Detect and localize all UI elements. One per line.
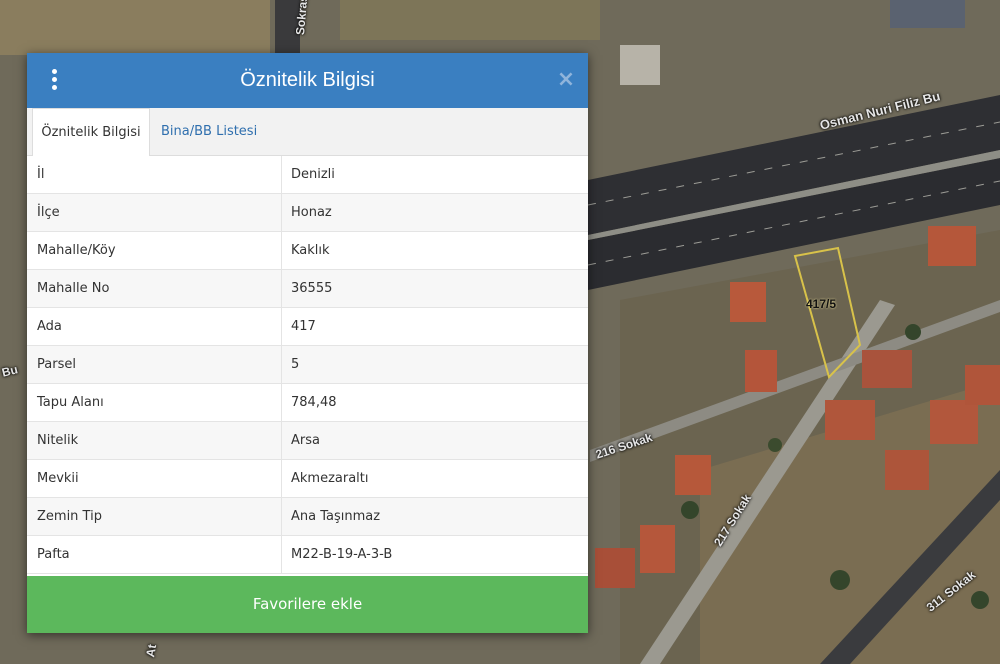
parcel-label: 417/5 bbox=[806, 297, 837, 311]
table-row: Mevkii Akmezaraltı bbox=[27, 460, 588, 498]
column-divider bbox=[281, 232, 282, 269]
row-value: Honaz bbox=[291, 205, 332, 220]
table-row: Parsel 5 bbox=[27, 346, 588, 384]
row-value: Kaklık bbox=[291, 243, 330, 258]
table-row: Pafta M22-B-19-A-3-B bbox=[27, 536, 588, 574]
add-to-favorites-button[interactable]: Favorilere ekle bbox=[27, 576, 588, 633]
row-key: Ada bbox=[37, 319, 62, 334]
street-label-at: At bbox=[143, 643, 160, 659]
table-row: Ada 417 bbox=[27, 308, 588, 346]
table-row: Zemin Tip Ana Taşınmaz bbox=[27, 498, 588, 536]
column-divider bbox=[281, 270, 282, 307]
row-value: 417 bbox=[291, 319, 316, 334]
attribute-info-dialog: Öznitelik Bilgisi × Öznitelik Bilgisi Bi… bbox=[27, 53, 588, 633]
row-key: Pafta bbox=[37, 547, 70, 562]
row-value: Denizli bbox=[291, 167, 335, 182]
close-icon[interactable]: × bbox=[555, 67, 577, 93]
table-row: Tapu Alanı 784,48 bbox=[27, 384, 588, 422]
row-key: Parsel bbox=[37, 357, 76, 372]
column-divider bbox=[281, 536, 282, 573]
row-key: Mahalle/Köy bbox=[37, 243, 116, 258]
row-value: M22-B-19-A-3-B bbox=[291, 547, 393, 562]
table-row: İl Denizli bbox=[27, 156, 588, 194]
row-value: Akmezaraltı bbox=[291, 471, 369, 486]
row-value: Arsa bbox=[291, 433, 320, 448]
column-divider bbox=[281, 498, 282, 535]
table-row: Mahalle/Köy Kaklık bbox=[27, 232, 588, 270]
row-key: İlçe bbox=[37, 205, 60, 220]
tab-oznitelik-bilgisi[interactable]: Öznitelik Bilgisi bbox=[32, 108, 150, 156]
dialog-tabs: Öznitelik Bilgisi Bina/BB Listesi bbox=[27, 108, 588, 156]
column-divider bbox=[281, 384, 282, 421]
column-divider bbox=[281, 346, 282, 383]
row-value: 5 bbox=[291, 357, 300, 372]
column-divider bbox=[281, 422, 282, 459]
tab-bina-bb-listesi[interactable]: Bina/BB Listesi bbox=[161, 108, 271, 155]
row-key: Nitelik bbox=[37, 433, 79, 448]
row-value: 36555 bbox=[291, 281, 333, 296]
vertical-dots-icon[interactable] bbox=[44, 69, 64, 91]
row-key: Mahalle No bbox=[37, 281, 110, 296]
dialog-title: Öznitelik Bilgisi bbox=[240, 69, 375, 91]
column-divider bbox=[281, 308, 282, 345]
attribute-table: İl Denizli İlçe Honaz Mahalle/Köy Kaklık… bbox=[27, 156, 588, 574]
row-value: Ana Taşınmaz bbox=[291, 509, 381, 524]
row-key: Mevkii bbox=[37, 471, 79, 486]
table-row: İlçe Honaz bbox=[27, 194, 588, 232]
column-divider bbox=[281, 156, 282, 193]
row-key: Tapu Alanı bbox=[37, 395, 104, 410]
row-key: Zemin Tip bbox=[37, 509, 102, 524]
column-divider bbox=[281, 194, 282, 231]
table-row: Nitelik Arsa bbox=[27, 422, 588, 460]
dialog-header: Öznitelik Bilgisi × bbox=[27, 53, 588, 108]
row-value: 784,48 bbox=[291, 395, 337, 410]
column-divider bbox=[281, 460, 282, 497]
table-row: Mahalle No 36555 bbox=[27, 270, 588, 308]
row-key: İl bbox=[37, 167, 45, 182]
